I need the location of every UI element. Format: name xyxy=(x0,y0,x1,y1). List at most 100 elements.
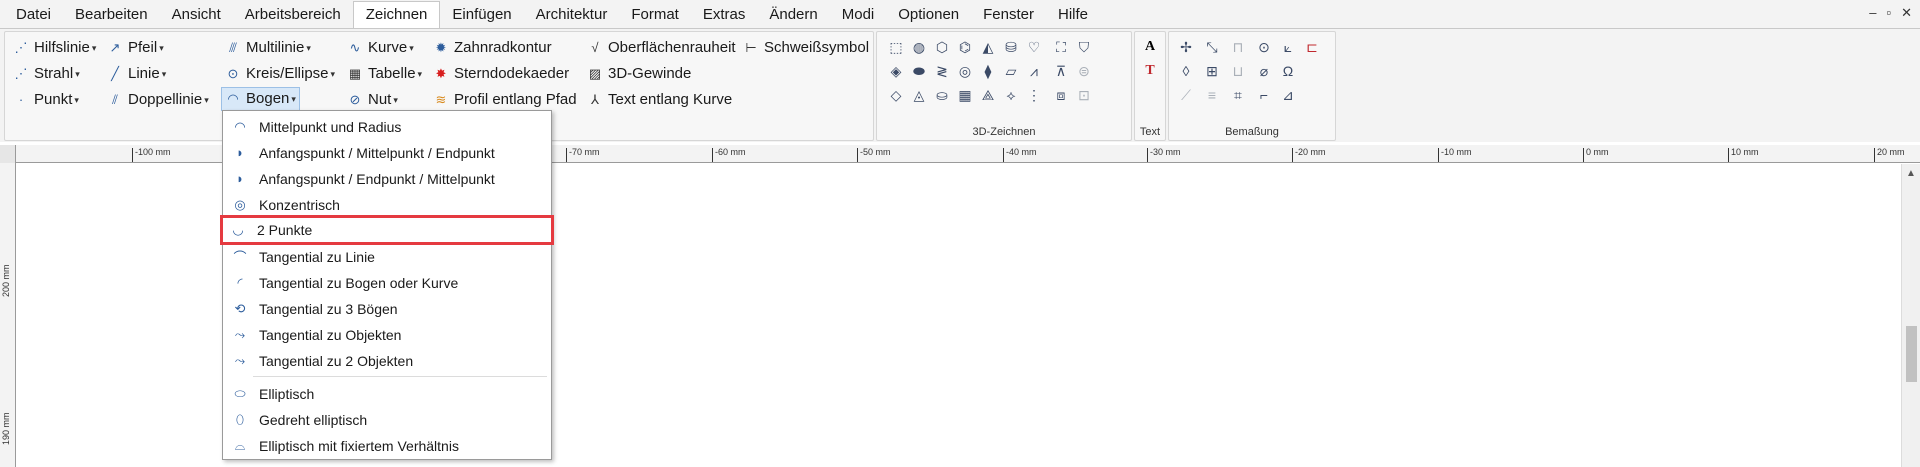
menu-item-anfang-ende-mitte[interactable]: ◗ Anfangspunkt / Endpunkt / Mittelpunkt xyxy=(225,166,549,191)
line-icon: ╱ xyxy=(111,66,119,81)
menu-ansicht[interactable]: Ansicht xyxy=(160,2,233,28)
3d-wedge-icon[interactable]: ◭ xyxy=(979,38,997,56)
3d-grid-icon[interactable]: ▦ xyxy=(956,86,974,104)
menu-item-tangential-bogen[interactable]: ◜ Tangential zu Bogen oder Kurve xyxy=(225,270,549,295)
text-format-icon[interactable]: T xyxy=(1141,62,1159,80)
3d-path-icon[interactable]: ⩘ xyxy=(1025,62,1043,80)
menu-item-tangential-3-boegen[interactable]: ⟲ Tangential zu 3 Bögen xyxy=(225,296,549,321)
dim-coordinate-icon[interactable]: ⌗ xyxy=(1229,86,1247,104)
menu-item-tangential-linie[interactable]: ⌒ Tangential zu Linie xyxy=(225,244,549,269)
3d-tube-icon[interactable]: ⛀ xyxy=(933,86,951,104)
dim-arc-icon[interactable]: Ω xyxy=(1279,62,1297,80)
menu-architektur[interactable]: Architektur xyxy=(524,2,620,28)
arrow-icon: ↗ xyxy=(109,40,121,55)
3d-table-icon[interactable]: ⊼ xyxy=(1052,62,1070,80)
menu-bearbeiten[interactable]: Bearbeiten xyxy=(63,2,160,28)
vertical-scrollbar[interactable]: ▲ xyxy=(1901,164,1920,467)
3d-sphere-icon[interactable]: ◍ xyxy=(910,38,928,56)
3d-fold-icon[interactable]: ⟡ xyxy=(1002,86,1020,104)
menu-zeichnen[interactable]: Zeichnen xyxy=(352,1,441,28)
dim-slope-icon[interactable]: ⊿ xyxy=(1279,86,1297,104)
dim-callout-icon[interactable]: ⌐ xyxy=(1255,86,1273,104)
menu-item-konzentrisch[interactable]: ◎ Konzentrisch xyxy=(225,192,549,217)
bogen-button[interactable]: ◠ Bogen ▾ xyxy=(221,87,300,111)
3d-disc-icon[interactable]: ⛁ xyxy=(1002,38,1020,56)
multilinie-button[interactable]: ⫻ Multilinie ▾ xyxy=(225,36,311,60)
dim-angle-icon[interactable]: ◊ xyxy=(1177,62,1195,80)
hilfslinie-button[interactable]: ⋰ Hilfslinie ▾ xyxy=(13,36,97,60)
menu-aendern[interactable]: Ändern xyxy=(757,2,829,28)
3d-gewinde-button[interactable]: ▨ 3D-Gewinde xyxy=(587,62,692,86)
3d-cube-icon[interactable]: ⬡ xyxy=(933,38,951,56)
3d-pyramid-icon[interactable]: ◬ xyxy=(910,86,928,104)
strahl-button[interactable]: ⋰ Strahl ▾ xyxy=(13,62,80,86)
menu-item-elliptisch[interactable]: ⬭ Elliptisch xyxy=(225,381,549,406)
dim-diameter-icon[interactable]: ⌀ xyxy=(1255,62,1273,80)
groove-icon: ⊘ xyxy=(349,92,361,107)
dim-leader-icon[interactable]: ⟀ xyxy=(1279,38,1297,56)
3d-stack-icon: ⊜ xyxy=(1078,62,1090,79)
linie-button[interactable]: ╱ Linie ▾ xyxy=(107,62,166,86)
3d-loft-icon[interactable]: ⛉ xyxy=(1075,38,1093,56)
kreis-ellipse-button[interactable]: ⊙ Kreis/Ellipse ▾ xyxy=(225,62,336,86)
minimize-button[interactable]: – xyxy=(1869,5,1876,21)
menu-item-gedreht-elliptisch[interactable]: ⬯ Gedreht elliptisch xyxy=(225,407,549,432)
scrollbar-thumb[interactable] xyxy=(1906,326,1917,382)
3d-spring-icon[interactable]: ≷ xyxy=(933,62,951,80)
menu-item-elliptisch-fixiert[interactable]: ⌓ Elliptisch mit fixiertem Verhältnis xyxy=(225,433,549,458)
restore-button[interactable]: ▫ xyxy=(1886,5,1891,21)
circle-icon: ⊙ xyxy=(227,66,239,81)
3d-plate-icon[interactable]: ⧫ xyxy=(979,62,997,80)
menu-hilfe[interactable]: Hilfe xyxy=(1046,2,1100,28)
menu-item-mittelpunkt-radius[interactable]: ◠ Mittelpunkt und Radius xyxy=(225,114,549,139)
3d-prism-icon[interactable]: ◇ xyxy=(887,86,905,104)
menu-optionen[interactable]: Optionen xyxy=(886,2,971,28)
tabelle-button[interactable]: ▦ Tabelle ▾ xyxy=(347,62,422,86)
oberflaechenrauheit-button[interactable]: √ Oberflächenrauheit xyxy=(587,36,735,60)
3d-cylinder-icon[interactable]: ⌬ xyxy=(956,38,974,56)
text-entlang-kurve-button[interactable]: ⅄ Text entlang Kurve xyxy=(587,88,732,112)
menu-extras[interactable]: Extras xyxy=(691,2,758,28)
3d-slab-icon[interactable]: ▱ xyxy=(1002,62,1020,80)
close-button[interactable]: ✕ xyxy=(1901,5,1912,21)
menu-item-anfang-mitte-ende[interactable]: ◗ Anfangspunkt / Mittelpunkt / Endpunkt xyxy=(225,140,549,165)
ruler-label: -50 mm xyxy=(857,148,891,162)
3d-mesh-icon[interactable]: ⋮ xyxy=(1025,86,1043,104)
menu-item-2-punkte[interactable]: ◡ 2 Punkte xyxy=(220,215,554,245)
3d-sweep-icon[interactable]: ⟁ xyxy=(979,86,997,104)
menu-modi[interactable]: Modi xyxy=(830,2,887,28)
dim-baseline-icon[interactable]: ⊞ xyxy=(1203,62,1221,80)
dim-tolerance-icon[interactable]: ⊏ xyxy=(1303,38,1321,56)
3d-extrude-icon[interactable]: ⛶ xyxy=(1052,38,1070,56)
3d-revolve-icon[interactable]: ♡ xyxy=(1025,38,1043,56)
kurve-button[interactable]: ∿ Kurve ▾ xyxy=(347,36,414,60)
3d-surface-icon[interactable]: ⧈ xyxy=(1052,86,1070,104)
menu-einfuegen[interactable]: Einfügen xyxy=(440,2,523,28)
3d-ellipsoid-icon[interactable]: ⬬ xyxy=(910,62,928,80)
scroll-up-icon[interactable]: ▲ xyxy=(1906,168,1916,179)
3d-ring-icon[interactable]: ◎ xyxy=(956,62,974,80)
menu-datei[interactable]: Datei xyxy=(4,2,63,28)
menu-item-label: Elliptisch xyxy=(259,385,315,402)
text-icon[interactable]: A xyxy=(1141,38,1159,56)
punkt-button[interactable]: · Punkt ▾ xyxy=(13,88,79,112)
schweisssymbol-button[interactable]: ⊢ Schweißsymbol xyxy=(743,36,869,60)
menu-item-tangential-objekten[interactable]: ⤳ Tangential zu Objekten xyxy=(225,322,549,347)
arc-tangent-3-icon: ⟲ xyxy=(234,300,246,316)
menu-fenster[interactable]: Fenster xyxy=(971,2,1046,28)
sterndodekaeder-button[interactable]: ✸ Sterndodekaeder xyxy=(433,62,570,86)
menu-item-tangential-2-objekten[interactable]: ⤳ Tangential zu 2 Objekten xyxy=(225,348,549,373)
dim-radius-icon[interactable]: ⊙ xyxy=(1255,38,1273,56)
zahnradkontur-label: Zahnradkontur xyxy=(454,39,552,56)
pfeil-button[interactable]: ↗ Pfeil ▾ xyxy=(107,36,164,60)
zahnradkontur-button[interactable]: ✹ Zahnradkontur xyxy=(433,36,552,60)
menu-format[interactable]: Format xyxy=(619,2,691,28)
menu-arbeitsbereich[interactable]: Arbeitsbereich xyxy=(233,2,353,28)
doppellinie-button[interactable]: ⫽ Doppellinie ▾ xyxy=(107,88,209,112)
nut-button[interactable]: ⊘ Nut ▾ xyxy=(347,88,398,112)
dim-aligned-icon[interactable]: ⤡ xyxy=(1203,38,1221,56)
dim-center-icon[interactable]: ✢ xyxy=(1177,38,1195,56)
3d-torus-icon[interactable]: ◈ xyxy=(887,62,905,80)
profil-entlang-pfad-button[interactable]: ≋ Profil entlang Pfad xyxy=(433,88,577,112)
3d-box-icon[interactable]: ⬚ xyxy=(887,38,905,56)
